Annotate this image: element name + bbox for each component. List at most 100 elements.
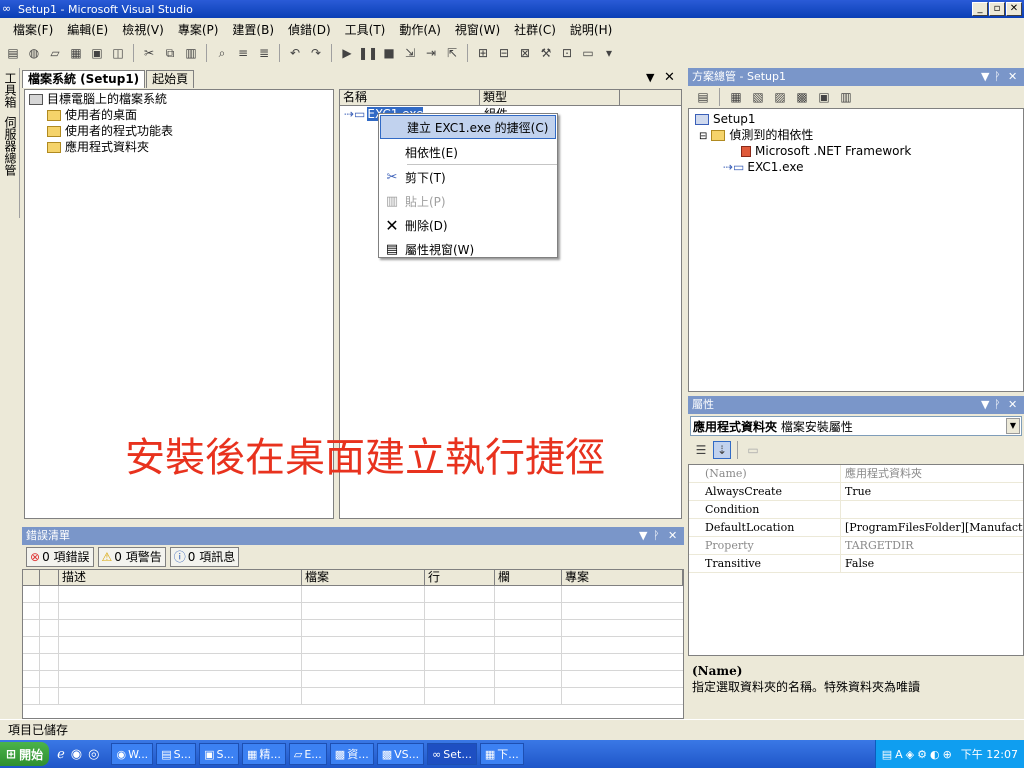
menu-file[interactable]: 檔案(F) bbox=[6, 21, 60, 38]
properties-window-icon[interactable]: ⊟ bbox=[495, 44, 513, 62]
class-view-icon[interactable]: ⊡ bbox=[558, 44, 576, 62]
tray-input-icon[interactable]: ▤ bbox=[882, 748, 892, 761]
taskbar-button[interactable]: ▩ VS... bbox=[376, 743, 425, 765]
collapse-icon[interactable]: ⊟ bbox=[699, 131, 707, 142]
find-icon[interactable]: ⌕ bbox=[213, 44, 231, 62]
save-icon[interactable]: ▣ bbox=[88, 44, 106, 62]
clock[interactable]: 下午 12:07 bbox=[961, 746, 1018, 762]
taskbar-button[interactable]: ▤ S... bbox=[156, 743, 197, 765]
column-type[interactable]: 類型 bbox=[480, 90, 620, 105]
column-name[interactable]: 名稱 bbox=[340, 90, 480, 105]
property-row-transitive[interactable]: Transitive False bbox=[689, 555, 1023, 573]
menu-window[interactable]: 視窗(W) bbox=[448, 21, 507, 38]
browser-quicklaunch-icon[interactable]: ◎ bbox=[88, 747, 99, 762]
undo-icon[interactable]: ↶ bbox=[286, 44, 304, 62]
tree-item-detected-dependencies[interactable]: ⊟ 偵測到的相依性 bbox=[695, 127, 1017, 143]
taskbar-button[interactable]: ▦ 精... bbox=[241, 743, 286, 765]
stop-icon[interactable]: ■ bbox=[380, 44, 398, 62]
close-window-button[interactable]: ✕ bbox=[1006, 2, 1022, 16]
tree-item-dotnet-framework[interactable]: Microsoft .NET Framework bbox=[695, 143, 1017, 159]
dependencies-menu-item[interactable]: 相依性(E) bbox=[379, 140, 557, 164]
object-browser-icon[interactable]: ⊠ bbox=[516, 44, 534, 62]
step-into-icon[interactable]: ⇲ bbox=[401, 44, 419, 62]
taskbar-button[interactable]: ▦ 下... bbox=[479, 743, 524, 765]
uncomment-icon[interactable]: ≣ bbox=[255, 44, 273, 62]
start-debug-icon[interactable]: ▶ bbox=[338, 44, 356, 62]
menu-project[interactable]: 專案(P) bbox=[171, 21, 226, 38]
menu-community[interactable]: 社群(C) bbox=[507, 21, 563, 38]
column-column[interactable]: 欄 bbox=[495, 570, 562, 585]
paste-icon[interactable]: ▥ bbox=[182, 44, 200, 62]
pin-icon[interactable]: ᚹ bbox=[653, 527, 660, 545]
pause-icon[interactable]: ❚❚ bbox=[358, 44, 378, 62]
chevron-down-icon[interactable]: ▼ bbox=[1006, 418, 1020, 434]
tree-root[interactable]: 目標電腦上的檔案系統 bbox=[29, 91, 329, 107]
step-out-icon[interactable]: ⇱ bbox=[443, 44, 461, 62]
user-interface-editor-icon[interactable]: ▩ bbox=[793, 88, 811, 106]
alphabetical-icon[interactable]: ⇣ bbox=[713, 441, 731, 459]
properties-icon[interactable]: ▤ bbox=[694, 88, 712, 106]
close-panel-icon[interactable]: ✕ bbox=[668, 527, 677, 545]
launch-conditions-editor-icon[interactable]: ▥ bbox=[837, 88, 855, 106]
tree-item-setup-project[interactable]: Setup1 bbox=[695, 111, 1017, 127]
property-row-alwayscreate[interactable]: AlwaysCreate True bbox=[689, 483, 1023, 501]
tab-list-dropdown-icon[interactable]: ▼ bbox=[646, 71, 654, 84]
taskbar-button-active[interactable]: ∞ Set... bbox=[427, 743, 477, 765]
object-selector[interactable]: 應用程式資料夾 檔案安裝屬性 ▼ bbox=[690, 416, 1022, 436]
column-project[interactable]: 專案 bbox=[562, 570, 683, 585]
panel-dropdown-icon[interactable]: ▼ bbox=[981, 68, 989, 86]
menu-action[interactable]: 動作(A) bbox=[392, 21, 448, 38]
property-value[interactable] bbox=[841, 501, 1023, 518]
pin-icon[interactable]: ᚹ bbox=[994, 68, 1001, 86]
tray-ime-icon[interactable]: A bbox=[895, 748, 903, 761]
comment-icon[interactable]: ≡ bbox=[234, 44, 252, 62]
tray-network-icon[interactable]: ⚙ bbox=[917, 748, 927, 761]
taskbar-button[interactable]: ◉ W... bbox=[111, 743, 154, 765]
tree-item-desktop[interactable]: 使用者的桌面 bbox=[29, 107, 329, 123]
cut-icon[interactable]: ✂ bbox=[140, 44, 158, 62]
tab-start-page[interactable]: 起始頁 bbox=[146, 70, 195, 88]
menu-tools[interactable]: 工具(T) bbox=[338, 21, 393, 38]
tray-volume-icon[interactable]: ◐ bbox=[930, 748, 940, 761]
start-button[interactable]: ⊞ 開始 bbox=[0, 742, 50, 766]
column-icon[interactable] bbox=[23, 570, 40, 585]
messages-filter-button[interactable]: ⓘ 0 項訊息 bbox=[169, 547, 240, 567]
solution-explorer-icon[interactable]: ⊞ bbox=[474, 44, 492, 62]
tab-file-system[interactable]: 檔案系統 (Setup1) bbox=[22, 70, 146, 88]
cut-menu-item[interactable]: ✂ 剪下(T) bbox=[379, 165, 557, 189]
taskbar-button[interactable]: ▩ 資... bbox=[329, 743, 374, 765]
command-window-icon[interactable]: ▭ bbox=[579, 44, 597, 62]
close-document-icon[interactable]: ✕ bbox=[664, 70, 675, 85]
save-all-icon[interactable]: ◫ bbox=[109, 44, 127, 62]
properties-menu-item[interactable]: ▤ 屬性視窗(W) bbox=[379, 237, 557, 261]
ie-quicklaunch-icon[interactable]: ℯ bbox=[57, 747, 65, 762]
column-line[interactable]: 行 bbox=[425, 570, 495, 585]
maximize-button[interactable]: ▫ bbox=[989, 2, 1005, 16]
property-row-condition[interactable]: Condition bbox=[689, 501, 1023, 519]
tree-item-application-folder[interactable]: 應用程式資料夾 bbox=[29, 139, 329, 155]
property-value[interactable]: False bbox=[841, 555, 1023, 572]
warnings-filter-button[interactable]: ⚠ 0 項警告 bbox=[97, 547, 166, 567]
property-row-defaultlocation[interactable]: DefaultLocation [ProgramFilesFolder][Manu… bbox=[689, 519, 1023, 537]
redo-icon[interactable]: ↷ bbox=[307, 44, 325, 62]
new-project-icon[interactable]: ▤ bbox=[4, 44, 22, 62]
create-shortcut-menu-item[interactable]: 建立 EXC1.exe 的捷徑(C) bbox=[380, 115, 556, 139]
close-panel-icon[interactable]: ✕ bbox=[1008, 396, 1017, 414]
registry-editor-icon[interactable]: ▧ bbox=[749, 88, 767, 106]
copy-icon[interactable]: ⧉ bbox=[161, 44, 179, 62]
custom-actions-editor-icon[interactable]: ▣ bbox=[815, 88, 833, 106]
tree-item-exe[interactable]: ⇢▭ EXC1.exe bbox=[695, 159, 1017, 175]
toolbar-options-icon[interactable]: ▾ bbox=[600, 44, 618, 62]
file-types-editor-icon[interactable]: ▨ bbox=[771, 88, 789, 106]
file-system-editor-icon[interactable]: ▦ bbox=[727, 88, 745, 106]
taskbar-button[interactable]: ▣ S... bbox=[199, 743, 239, 765]
categorized-icon[interactable]: ☰ bbox=[692, 441, 710, 459]
delete-menu-item[interactable]: ✕ 刪除(D) bbox=[379, 213, 557, 237]
errors-filter-button[interactable]: ⊗ 0 項錯誤 bbox=[26, 547, 94, 567]
menu-edit[interactable]: 編輯(E) bbox=[60, 21, 115, 38]
open-file-icon[interactable]: ▱ bbox=[46, 44, 64, 62]
taskbar-button[interactable]: ▱ E... bbox=[288, 743, 327, 765]
tray-security-icon[interactable]: ⊕ bbox=[943, 748, 952, 761]
add-item-icon[interactable]: ▦ bbox=[67, 44, 85, 62]
toolbox-icon[interactable]: ⚒ bbox=[537, 44, 555, 62]
